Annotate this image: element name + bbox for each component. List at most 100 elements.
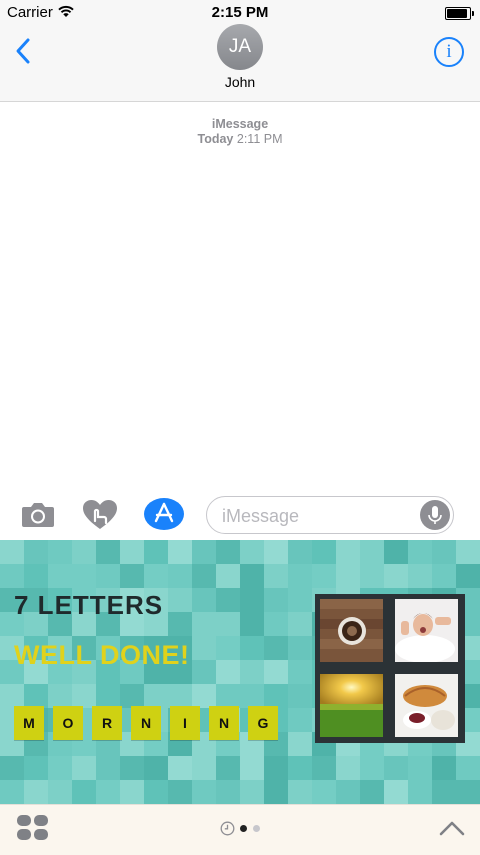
pixel-cell [144, 684, 169, 709]
pixel-cell [384, 540, 409, 565]
timestamp: Today 2:11 PM [0, 132, 480, 146]
pixel-cell [144, 780, 169, 804]
pixel-cell [240, 588, 265, 613]
pixel-cell [288, 660, 313, 685]
pixel-cell [168, 540, 193, 565]
microphone-icon[interactable] [420, 500, 450, 530]
pixel-cell [288, 636, 313, 661]
pixel-cell [312, 756, 337, 781]
letter-tile: N [209, 706, 239, 740]
pixel-cell [120, 684, 145, 709]
pixel-cell [192, 540, 217, 565]
pixel-cell [288, 708, 313, 733]
pixel-cell [288, 540, 313, 565]
avatar[interactable]: JA [217, 24, 263, 70]
pixel-cell [24, 780, 49, 804]
pixel-cell [360, 540, 385, 565]
pixel-cell [336, 540, 361, 565]
contact-name[interactable]: John [0, 74, 480, 90]
pixel-cell [240, 564, 265, 589]
pixel-cell [264, 540, 289, 565]
letter-tile: G [248, 706, 278, 740]
pixel-cell [216, 540, 241, 565]
pixel-cell [192, 684, 217, 709]
letter-tile: R [92, 706, 122, 740]
chevron-left-icon[interactable] [10, 36, 40, 66]
pixel-cell [288, 564, 313, 589]
pixel-cell [0, 684, 25, 709]
pixel-cell [168, 756, 193, 781]
picture-clues [315, 594, 465, 743]
info-icon[interactable]: i [434, 37, 464, 67]
app-store-icon[interactable] [144, 498, 184, 530]
pixel-cell [96, 780, 121, 804]
pixel-cell [216, 588, 241, 613]
camera-icon[interactable] [21, 501, 55, 528]
pixel-cell [216, 756, 241, 781]
pixel-cell [408, 564, 433, 589]
pixel-cell [336, 756, 361, 781]
pixel-cell [192, 612, 217, 637]
pixel-cell [0, 780, 25, 804]
pixel-cell [336, 564, 361, 589]
coffee-cup-photo [320, 599, 383, 662]
pixel-cell [432, 540, 457, 565]
pixel-cell [192, 588, 217, 613]
puzzle-title: 7 LETTERS [14, 590, 164, 620]
pixel-cell [264, 660, 289, 685]
heart-touch-icon[interactable] [82, 499, 118, 531]
pixel-cell [264, 564, 289, 589]
sticker-panel[interactable]: 7 LETTERS WELL DONE! MORNING [0, 540, 480, 804]
pixel-cell [312, 780, 337, 804]
timestamp-day: Today [197, 132, 234, 146]
mic-glyph [428, 506, 442, 524]
clock-icon[interactable] [220, 821, 235, 836]
pixel-cell [24, 540, 49, 565]
pixel-cell [288, 756, 313, 781]
pixel-cell [96, 564, 121, 589]
pixel-cell [240, 660, 265, 685]
pixel-cell [96, 540, 121, 565]
pixel-cell [456, 540, 480, 565]
pixel-cell [168, 612, 193, 637]
pixel-cell [240, 636, 265, 661]
pixel-cell [120, 780, 145, 804]
pixel-cell [216, 564, 241, 589]
pixel-cell [48, 756, 73, 781]
pixel-cell [432, 780, 457, 804]
pixel-cell [144, 564, 169, 589]
pixel-cell [120, 540, 145, 565]
pixel-cell [48, 540, 73, 565]
pixel-cell [24, 756, 49, 781]
pixel-cell [384, 780, 409, 804]
pixel-cell [264, 780, 289, 804]
pixel-cell [408, 540, 433, 565]
pixel-cell [72, 780, 97, 804]
pixel-cell [120, 756, 145, 781]
result-message: WELL DONE! [14, 640, 190, 670]
pixel-cell [120, 564, 145, 589]
pixel-cell [264, 636, 289, 661]
pixel-cell [264, 756, 289, 781]
app-grid-icon[interactable] [17, 815, 48, 841]
pixel-cell [192, 636, 217, 661]
pixel-cell [360, 564, 385, 589]
pixel-cell [216, 636, 241, 661]
pixel-cell [312, 540, 337, 565]
message-placeholder: iMessage [222, 506, 300, 526]
pixel-cell [168, 564, 193, 589]
pixel-cell [192, 564, 217, 589]
page-indicator-active[interactable] [240, 825, 247, 832]
pixel-cell [264, 612, 289, 637]
pixel-cell [432, 564, 457, 589]
pixel-cell [336, 780, 361, 804]
pixel-cell [240, 756, 265, 781]
message-input[interactable]: iMessage [206, 496, 454, 534]
pixel-cell [168, 780, 193, 804]
pixel-cell [264, 588, 289, 613]
pixel-cell [24, 564, 49, 589]
battery-icon [445, 7, 474, 20]
chevron-up-icon[interactable] [439, 820, 465, 836]
page-indicator[interactable] [253, 825, 260, 832]
pixel-cell [192, 756, 217, 781]
